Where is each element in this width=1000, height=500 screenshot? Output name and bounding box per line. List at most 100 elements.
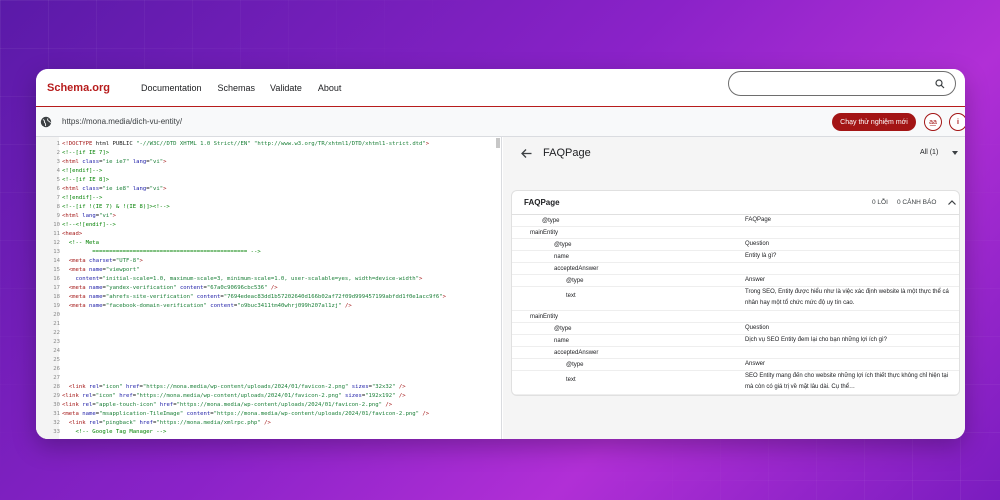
code-line: 10 <!--<![endif]-->: [36, 221, 501, 230]
line-number: 33: [53, 429, 60, 435]
faqpage-card: FAQPage 0 LỖI 0 CẢNH BÁO @type FAQPage mai…: [511, 190, 960, 396]
code-text: ========================================…: [62, 249, 261, 255]
property-row: @type Answer: [512, 359, 959, 371]
info-button-label: i: [957, 118, 959, 126]
code-line: 24: [36, 347, 501, 356]
code-line: 8 <!--[if !(IE 7) & !(IE 8)]><!-->: [36, 203, 501, 212]
info-icon[interactable]: i: [949, 113, 965, 131]
property-key: @type: [566, 278, 584, 284]
code-text: <link rel="icon" href="https://mona.medi…: [62, 393, 406, 399]
property-row: mainEntity: [512, 311, 959, 323]
nav-about[interactable]: About: [318, 83, 342, 93]
line-number: 18: [53, 294, 60, 300]
results-filter[interactable]: All (1): [920, 149, 938, 156]
property-row: @type Question: [512, 239, 959, 251]
url-bar: https://mona.media/dich-vu-entity/ Chạy …: [36, 107, 965, 137]
code-text: <meta name="ahrefs-site-verification" co…: [68, 294, 446, 300]
card-header[interactable]: FAQPage 0 LỖI 0 CẢNH BÁO: [512, 191, 959, 215]
property-key: text: [566, 377, 576, 383]
property-value: Question: [745, 325, 770, 331]
back-arrow-icon[interactable]: [521, 148, 532, 159]
property-row: name Entity là gì?: [512, 251, 959, 263]
line-number: 20: [53, 312, 60, 318]
line-number: 14: [53, 258, 60, 264]
code-text: <meta name="facebook-domain-verification…: [68, 303, 352, 309]
code-scrollbar[interactable]: [496, 138, 500, 148]
code-text: <html class="ie ie8" lang="vi">: [62, 186, 167, 192]
code-text: content="initial-scale=1.0, maximum-scal…: [75, 276, 423, 282]
code-line: 31 <meta name="msapplication-TileImage" c…: [36, 410, 501, 419]
property-key: @type: [554, 242, 572, 248]
code-line: 28 <link rel="icon" href="https://mona.m…: [36, 383, 501, 392]
code-line: 25: [36, 356, 501, 365]
nav-validate[interactable]: Validate: [270, 83, 302, 93]
property-value: Question: [745, 241, 770, 247]
line-number: 7: [56, 195, 60, 201]
language-button[interactable]: a͟a: [924, 113, 942, 131]
code-line: 27: [36, 374, 501, 383]
line-number: 22: [53, 330, 60, 336]
new-test-button[interactable]: Chạy thử nghiệm mới: [832, 113, 916, 131]
line-number: 24: [53, 348, 60, 354]
code-line: 30 <link rel="apple-touch-icon" href="htt…: [36, 401, 501, 410]
property-key: mainEntity: [530, 230, 559, 236]
property-value: FAQPage: [745, 217, 772, 223]
code-text: <!--[if !(IE 7) & !(IE 8)]><!-->: [62, 204, 170, 210]
warning-count: 0 CẢNH BÁO: [897, 199, 937, 206]
code-line: 1 <!DOCTYPE html PUBLIC "-//W3C//DTD XHTM…: [36, 140, 501, 149]
chevron-up-icon[interactable]: [948, 200, 956, 205]
code-line: 19 <meta name="facebook-domain-verificat…: [36, 302, 501, 311]
code-line: 13 =====================================…: [36, 248, 501, 257]
code-line: 6 <html class="ie ie8" lang="vi">: [36, 185, 501, 194]
search-icon[interactable]: [935, 79, 945, 89]
property-row: mainEntity: [512, 227, 959, 239]
top-navigation: Schema.org Documentation Schemas Validat…: [36, 69, 965, 107]
property-row: @type Question: [512, 323, 959, 335]
line-number: 3: [56, 159, 60, 165]
code-viewer[interactable]: 1 <!DOCTYPE html PUBLIC "-//W3C//DTD XHTM…: [36, 137, 502, 439]
code-line: 2 <!--[if IE 7]>: [36, 149, 501, 158]
line-number: 15: [53, 267, 60, 273]
code-text: <!--[if IE 7]>: [62, 150, 110, 156]
property-key: acceptedAnswer: [554, 266, 599, 272]
nav-schemas[interactable]: Schemas: [218, 83, 256, 93]
code-line: 22: [36, 329, 501, 338]
property-key: text: [566, 293, 576, 299]
search-input[interactable]: [739, 72, 939, 94]
code-line: 3 <html class="ie ie7" lang="vi">: [36, 158, 501, 167]
card-title: FAQPage: [524, 198, 560, 207]
language-button-label: a͟a: [929, 118, 937, 126]
nav-documentation[interactable]: Documentation: [141, 83, 202, 93]
chevron-down-icon[interactable]: [952, 151, 958, 156]
code-line: 15 <meta name="viewport": [36, 266, 501, 275]
code-text: <!--<![endif]-->: [62, 222, 116, 228]
code-text: <html class="ie ie7" lang="vi">: [62, 159, 167, 165]
line-number: 2: [56, 150, 60, 156]
code-text: <meta name="viewport": [68, 267, 140, 273]
line-number: 9: [56, 213, 60, 219]
line-number: 30: [53, 402, 60, 408]
code-line: 4 <![endif]-->: [36, 167, 501, 176]
line-number: 12: [53, 240, 60, 246]
line-number: 5: [56, 177, 60, 183]
property-value: SEO Entity mang đến cho website những lợ…: [745, 373, 949, 390]
code-text: <head>: [62, 231, 83, 237]
code-line: 20: [36, 311, 501, 320]
code-text: <!-- Google Tag Manager -->: [62, 429, 167, 435]
line-number: 13: [53, 249, 60, 255]
line-number: 32: [53, 420, 60, 426]
code-text: <!DOCTYPE html PUBLIC "-//W3C//DTD XHTML…: [62, 141, 430, 147]
code-line: 18 <meta name="ahrefs-site-verification"…: [36, 293, 501, 302]
code-line: 7 <![endif]-->: [36, 194, 501, 203]
property-row: acceptedAnswer: [512, 263, 959, 275]
results-header: FAQPage All (1): [503, 137, 965, 170]
property-key: acceptedAnswer: [554, 350, 599, 356]
line-number: 10: [53, 222, 60, 228]
schema-logo[interactable]: Schema.org: [47, 82, 110, 94]
code-text: <![endif]-->: [62, 168, 103, 174]
line-number: 28: [53, 384, 60, 390]
code-line: 9 <html lang="vi">: [36, 212, 501, 221]
error-count: 0 LỖI: [872, 199, 888, 206]
search-box[interactable]: [728, 71, 956, 96]
line-number: 8: [56, 204, 60, 210]
